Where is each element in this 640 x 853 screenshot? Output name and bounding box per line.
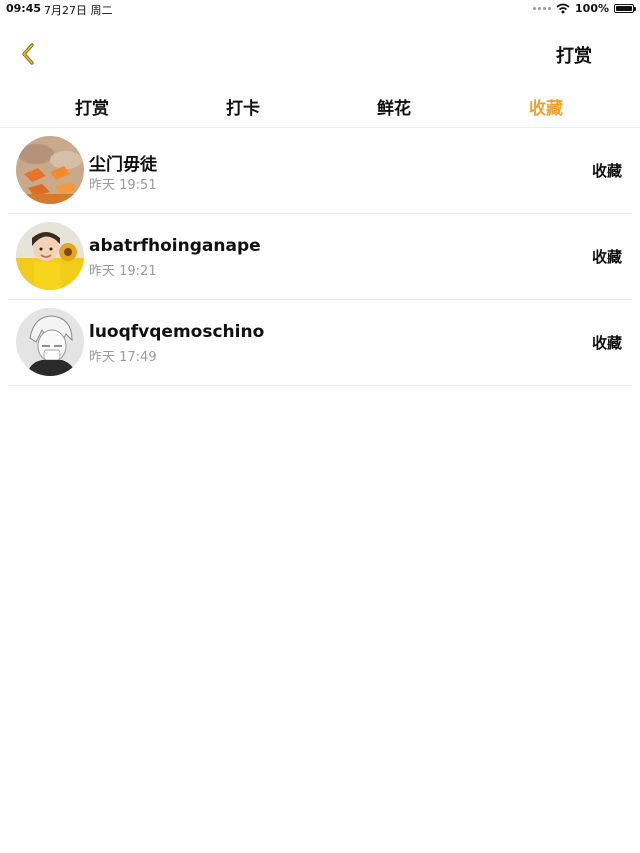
list-item[interactable]: abatrfhoinganape 昨天 19:21 收藏 (8, 214, 632, 300)
timestamp: 昨天 17:49 (89, 350, 157, 365)
tab-xianhua[interactable]: 鲜花 (354, 94, 434, 119)
timestamp: 昨天 19:51 (89, 178, 157, 193)
chevron-left-icon (22, 43, 34, 65)
action-label: 收藏 (591, 162, 622, 180)
tab-daka[interactable]: 打卡 (203, 94, 283, 119)
status-time: 09:45 (6, 2, 42, 15)
favorites-list: 尘门毋徒 昨天 19:51 收藏 abatrfhoinganape 昨天 19:… (8, 128, 632, 386)
timestamp: 昨天 19:21 (89, 264, 157, 279)
wifi-icon (556, 3, 570, 14)
status-bar: 09:45 7月27日 周二 100% (0, 0, 640, 18)
anime-sketch-avatar (16, 308, 84, 376)
page-title: 打赏 (556, 46, 592, 67)
user-name: 尘门毋徒 (89, 155, 157, 175)
status-indicators: 100% (533, 2, 636, 15)
tab-shoucang[interactable]: 收藏 (506, 94, 586, 119)
tab-dashang[interactable]: 打赏 (52, 94, 132, 119)
battery-icon (614, 4, 636, 13)
status-date: 7月27日 周二 (44, 4, 113, 17)
tab-bar: 打赏 打卡 鲜花 收藏 (0, 94, 640, 126)
child-sunflower-avatar (16, 222, 84, 290)
action-label: 收藏 (591, 334, 622, 352)
user-name: luoqfvqemoschino (89, 322, 265, 342)
signal-dots-icon (533, 7, 552, 10)
nav-bar: 打赏 (0, 28, 640, 82)
action-label: 收藏 (591, 248, 622, 266)
list-item[interactable]: luoqfvqemoschino 昨天 17:49 收藏 (8, 300, 632, 386)
back-button[interactable] (14, 40, 44, 70)
autumn-leaves-avatar (16, 136, 84, 204)
battery-percent: 100% (575, 2, 609, 15)
list-item[interactable]: 尘门毋徒 昨天 19:51 收藏 (8, 128, 632, 214)
user-name: abatrfhoinganape (89, 236, 261, 256)
